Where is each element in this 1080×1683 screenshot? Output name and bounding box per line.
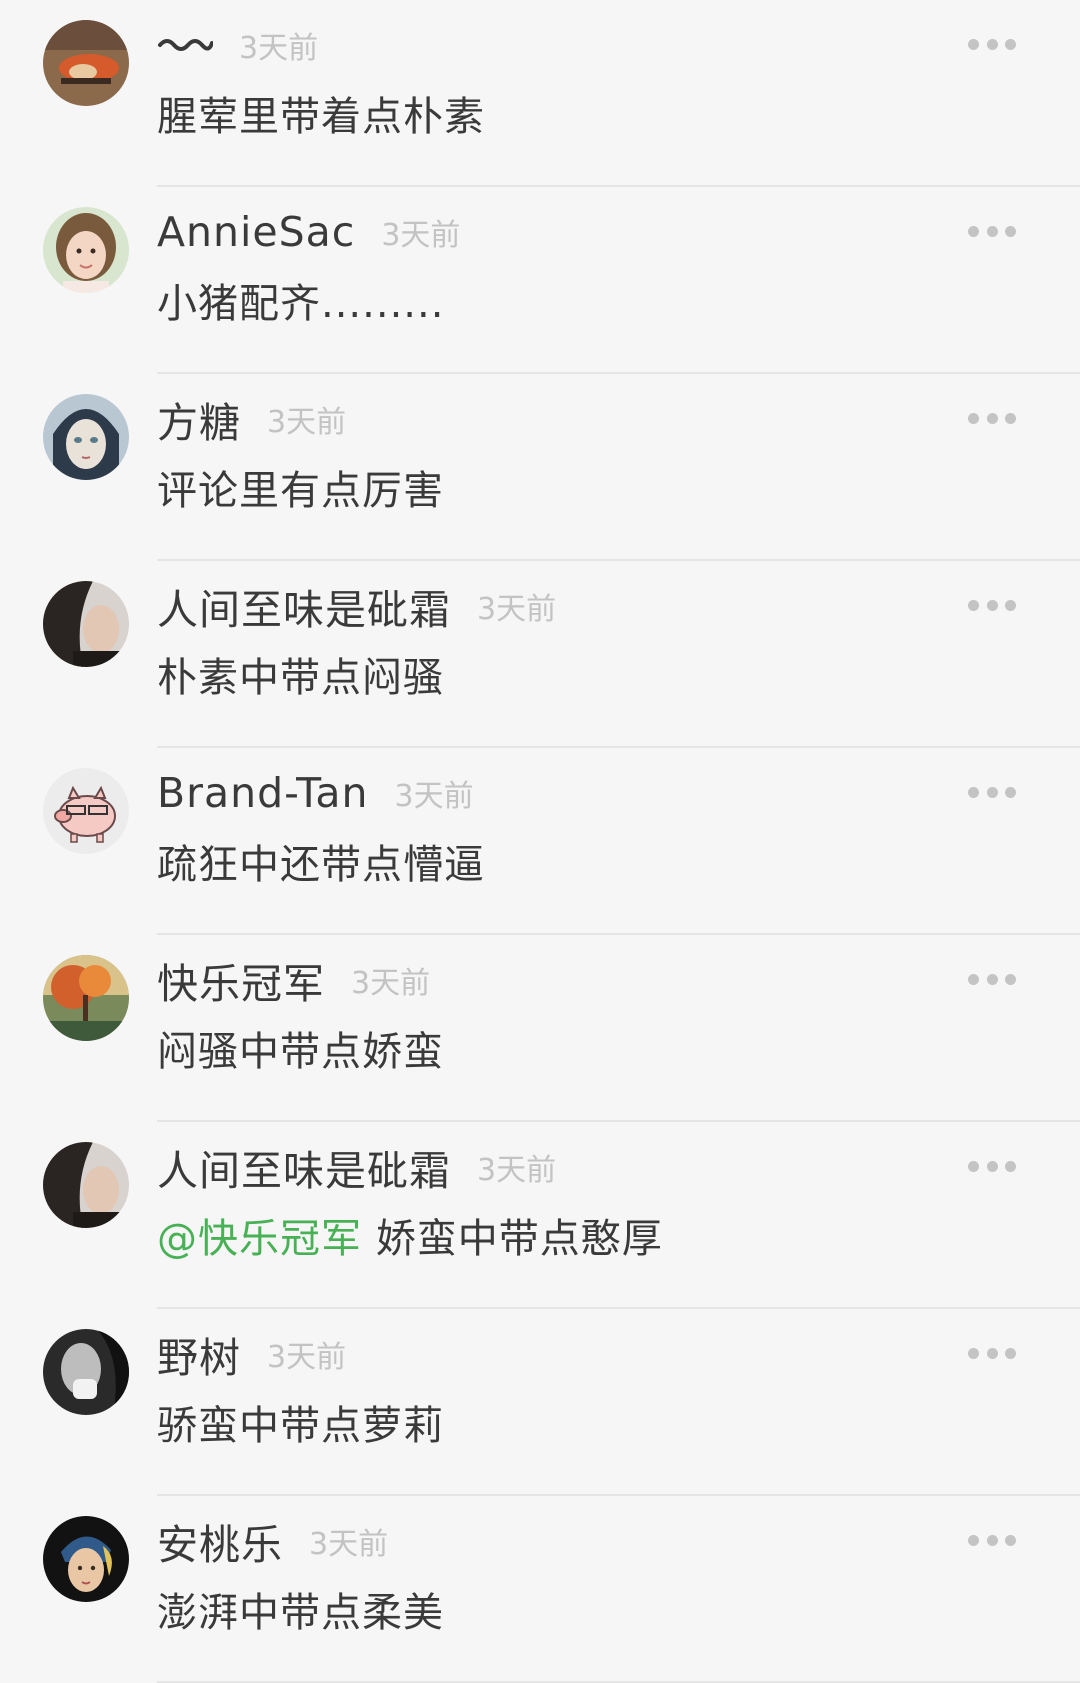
avatar[interactable] <box>43 207 129 293</box>
avatar[interactable] <box>43 955 129 1041</box>
comment-text: 腥荤里带着点朴素 <box>157 94 485 140</box>
avatar[interactable] <box>43 1142 129 1228</box>
avatar[interactable] <box>43 20 129 106</box>
comment-item: 人间至味是砒霜 3天前 @快乐冠军 娇蛮中带点憨厚 <box>0 1122 1080 1309</box>
comment-text: 评论里有点厉害 <box>157 468 444 514</box>
comment-item: 野树 3天前 骄蛮中带点萝莉 <box>0 1309 1080 1496</box>
comment-text: 闷骚中带点娇蛮 <box>157 1029 444 1075</box>
mention-link[interactable]: @快乐冠军 <box>157 1216 362 1262</box>
comment-text: @快乐冠军 娇蛮中带点憨厚 <box>157 1206 663 1264</box>
comment-text: 疏狂中还带点懵逼 <box>157 842 485 888</box>
more-options-icon[interactable] <box>968 1532 1016 1548</box>
comment-item: 人间至味是砒霜 3天前 朴素中带点闷骚 <box>0 561 1080 748</box>
username[interactable]: AnnieSac <box>157 208 355 256</box>
comment-item: 方糖 3天前 评论里有点厉害 <box>0 374 1080 561</box>
more-options-icon[interactable] <box>968 410 1016 426</box>
comment-text: 澎湃中带点柔美 <box>157 1590 444 1636</box>
comment-list: 3天前 腥荤里带着点朴素 AnnieSac 3天前 小猪配齐......... <box>0 0 1080 1683</box>
timestamp: 3天前 <box>394 779 474 814</box>
comment-item: 3天前 腥荤里带着点朴素 <box>0 0 1080 187</box>
timestamp: 3天前 <box>267 1340 347 1375</box>
comment-text: 小猪配齐......... <box>157 281 445 327</box>
more-options-icon[interactable] <box>968 597 1016 613</box>
more-options-icon[interactable] <box>968 784 1016 800</box>
timestamp: 3天前 <box>351 966 431 1001</box>
avatar[interactable] <box>43 1329 129 1415</box>
more-options-icon[interactable] <box>968 36 1016 52</box>
comment-item: AnnieSac 3天前 小猪配齐......... <box>0 187 1080 374</box>
more-options-icon[interactable] <box>968 1345 1016 1361</box>
avatar[interactable] <box>43 394 129 480</box>
avatar[interactable] <box>43 581 129 667</box>
more-options-icon[interactable] <box>968 223 1016 239</box>
username[interactable]: 人间至味是砒霜 <box>157 576 451 636</box>
username[interactable]: 人间至味是砒霜 <box>157 1137 451 1197</box>
comment-text-content: 娇蛮中带点憨厚 <box>375 1216 663 1262</box>
username[interactable]: 安桃乐 <box>157 1511 283 1571</box>
timestamp: 3天前 <box>239 31 319 66</box>
timestamp: 3天前 <box>477 592 557 627</box>
comment-text: 骄蛮中带点萝莉 <box>157 1403 444 1449</box>
timestamp: 3天前 <box>477 1153 557 1188</box>
comment-item: 快乐冠军 3天前 闷骚中带点娇蛮 <box>0 935 1080 1122</box>
comment-text: 朴素中带点闷骚 <box>157 655 444 701</box>
comment-item: Brand-Tan 3天前 疏狂中还带点懵逼 <box>0 748 1080 935</box>
username[interactable]: 野树 <box>157 1324 241 1384</box>
timestamp: 3天前 <box>267 405 347 440</box>
wave-icon[interactable] <box>157 35 213 55</box>
avatar[interactable] <box>43 768 129 854</box>
avatar[interactable] <box>43 1516 129 1602</box>
more-options-icon[interactable] <box>968 1158 1016 1174</box>
username[interactable]: 快乐冠军 <box>157 950 325 1010</box>
username[interactable]: 方糖 <box>157 389 241 449</box>
comment-item: 安桃乐 3天前 澎湃中带点柔美 <box>0 1496 1080 1683</box>
timestamp: 3天前 <box>381 218 461 253</box>
username[interactable]: Brand-Tan <box>157 769 369 817</box>
timestamp: 3天前 <box>309 1527 389 1562</box>
more-options-icon[interactable] <box>968 971 1016 987</box>
